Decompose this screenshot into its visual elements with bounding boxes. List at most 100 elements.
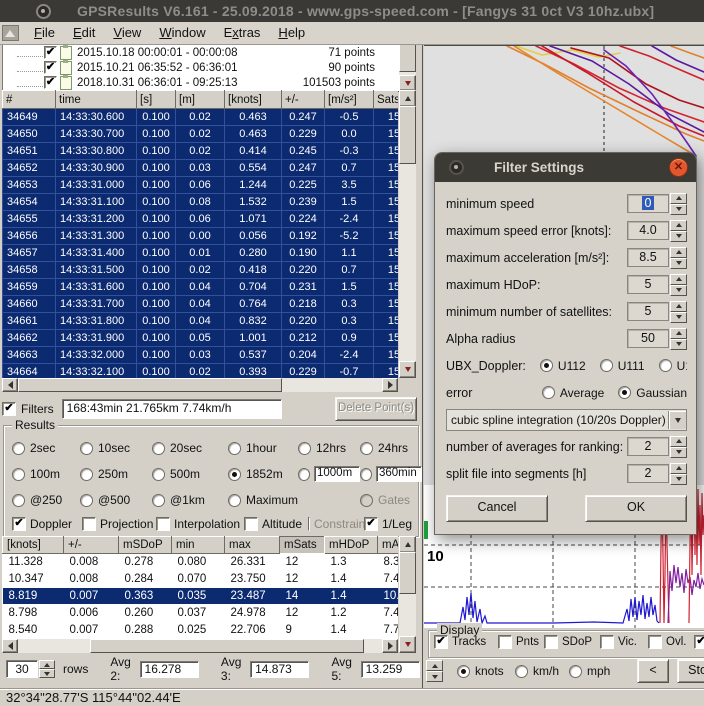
result-option-1hour[interactable]: 1hour <box>228 441 298 455</box>
spinbox[interactable]: 5 <box>627 274 687 296</box>
error-model-Gaussian[interactable]: Gaussian <box>618 386 687 400</box>
option-Doppler[interactable]: ✔Doppler <box>12 517 82 531</box>
results-vscrollbar[interactable] <box>399 536 416 653</box>
spinbox[interactable]: 2 <box>627 436 687 458</box>
menu-window[interactable]: Window <box>150 23 214 42</box>
spinbox-steppers[interactable] <box>670 436 687 458</box>
points-row[interactable]: 3465014:33:30.7000.1000.020.4630.2290.01… <box>3 126 399 143</box>
scroll-right-button[interactable] <box>382 378 398 392</box>
spinbox[interactable]: 8.5 <box>627 247 687 269</box>
scroll-thumb[interactable] <box>399 552 416 594</box>
points-row[interactable]: 3465114:33:30.8000.1000.020.4140.245-0.3… <box>3 143 399 160</box>
track-list-scrollbar[interactable] <box>399 44 416 90</box>
ubx-doppler-U111[interactable]: U111 <box>600 359 645 373</box>
spin-down-button[interactable] <box>670 204 687 215</box>
spinbox-value[interactable]: 4.0 <box>627 221 669 240</box>
spin-up-button[interactable] <box>670 220 687 231</box>
column-header[interactable]: min <box>172 537 225 554</box>
scroll-thumb[interactable] <box>399 106 416 164</box>
column-header[interactable]: mAcc <box>378 537 399 554</box>
result-option-24hrs[interactable]: 24hrs <box>360 441 422 455</box>
points-row[interactable]: 3465214:33:30.9000.1000.030.5540.2470.71… <box>3 160 399 177</box>
spinbox-value[interactable]: 5 <box>627 275 669 294</box>
result-option-250m[interactable]: 250m <box>80 467 152 481</box>
spinbox-value[interactable]: 2 <box>627 437 669 456</box>
points-row[interactable]: 3466114:33:31.8000.1000.040.8320.2200.31… <box>3 313 399 330</box>
results-hscrollbar[interactable] <box>2 639 398 653</box>
points-hscrollbar[interactable] <box>2 378 398 392</box>
column-header[interactable]: mHDoP <box>325 537 378 554</box>
display-option-Tracks[interactable]: ✔Tracks <box>434 635 498 649</box>
spin-up-button[interactable] <box>670 301 687 312</box>
menu-edit[interactable]: Edit <box>64 23 104 42</box>
zoom-stepper[interactable] <box>426 660 443 682</box>
ok-button[interactable]: OK <box>585 495 687 522</box>
close-icon[interactable]: ✕ <box>669 158 688 177</box>
stop-button[interactable]: Stop <box>677 659 704 683</box>
column-header[interactable]: Sats <box>374 91 399 109</box>
display-option-Pnts[interactable]: Pnts <box>498 635 544 649</box>
points-row[interactable]: 3465814:33:31.5000.1000.020.4180.2200.71… <box>3 262 399 279</box>
spin-up-button[interactable] <box>670 328 687 339</box>
display-option-Sat[interactable]: ✔Sat <box>694 635 704 649</box>
scroll-thumb[interactable] <box>90 639 364 653</box>
column-header[interactable]: [knots] <box>3 537 64 554</box>
spin-down-button[interactable] <box>670 312 687 323</box>
unit-knots[interactable]: knots <box>457 664 515 678</box>
ubx-doppler-U106[interactable]: U106 <box>659 359 687 373</box>
column-header[interactable]: [knots] <box>225 91 282 109</box>
points-row[interactable]: 3465314:33:31.0000.1000.061.2440.2253.51… <box>3 177 399 194</box>
display-option-Ovl[interactable]: Ovl. <box>648 635 694 649</box>
spinbox-steppers[interactable] <box>670 463 687 485</box>
result-option-Gates[interactable]: Gates <box>360 493 420 507</box>
column-header[interactable]: # <box>3 91 56 109</box>
cancel-button[interactable]: Cancel <box>446 495 548 522</box>
points-row[interactable]: 3465914:33:31.6000.1000.040.7040.2311.51… <box>3 279 399 296</box>
custom-value-field[interactable]: 1000m <box>314 466 360 482</box>
scroll-up-button[interactable] <box>399 90 416 107</box>
unit-mph[interactable]: mph <box>569 664 615 678</box>
spin-up-button[interactable] <box>670 247 687 258</box>
result-option-Maximum[interactable]: Maximum <box>228 493 360 507</box>
track-list-item[interactable]: ✔2018.10.31 06:36:01 - 09:25:13101503 po… <box>3 75 399 90</box>
spin-down-button[interactable] <box>670 285 687 296</box>
scroll-left-button[interactable] <box>2 378 18 392</box>
checkbox-checked-icon[interactable]: ✔ <box>44 46 57 59</box>
window-menu-icon[interactable] <box>36 4 51 19</box>
result-option-10sec[interactable]: 10sec <box>80 441 152 455</box>
option-Altitude[interactable]: Altitude <box>244 517 308 531</box>
integration-dropdown[interactable]: cubic spline integration (10/20s Doppler… <box>446 409 687 431</box>
results-row[interactable]: 8.5400.0070.2880.02522.70691.47.7 <box>3 622 399 639</box>
spinbox[interactable]: 50 <box>627 328 687 350</box>
spinbox-value[interactable]: 0 <box>627 194 669 213</box>
column-header[interactable]: time <box>56 91 137 109</box>
option-Projection[interactable]: Projection <box>82 517 156 531</box>
points-row[interactable]: 3465614:33:31.3000.1000.000.0560.192-5.2… <box>3 228 399 245</box>
result-option-1852m[interactable]: 1852m <box>228 467 298 481</box>
spin-down-button[interactable] <box>670 339 687 350</box>
points-row[interactable]: 3464914:33:30.6000.1000.020.4630.247-0.5… <box>3 109 399 126</box>
column-header[interactable]: mSDoP <box>119 537 172 554</box>
results-row[interactable]: 11.3280.0080.2780.08026.331121.38.3 <box>3 554 399 571</box>
prev-button[interactable]: < <box>637 659 669 683</box>
dropdown-arrow-button[interactable] <box>668 411 686 429</box>
result-option-@250[interactable]: @250 <box>12 493 80 507</box>
spinbox-steppers[interactable] <box>670 274 687 296</box>
result-option-@1km[interactable]: @1km <box>152 493 228 507</box>
error-model-Average[interactable]: Average <box>542 386 604 400</box>
unit-kmh[interactable]: km/h <box>515 664 569 678</box>
points-row[interactable]: 3466314:33:32.0000.1000.030.5370.204-2.4… <box>3 347 399 364</box>
spin-down-button[interactable] <box>670 474 687 485</box>
points-row[interactable]: 3466414:33:32.1000.1000.020.3930.229-0.7… <box>3 364 399 379</box>
scroll-left-button[interactable] <box>2 639 18 653</box>
column-header[interactable]: +/- <box>282 91 325 109</box>
scroll-thumb[interactable] <box>399 44 416 72</box>
points-row[interactable]: 3465414:33:31.1000.1000.081.5320.2391.51… <box>3 194 399 211</box>
results-row[interactable]: 10.3470.0080.2840.07023.750121.47.4 <box>3 571 399 588</box>
menu-view[interactable]: View <box>104 23 150 42</box>
display-option-Vic[interactable]: Vic. <box>600 635 648 649</box>
rows-count-field[interactable]: 30 <box>6 660 38 678</box>
menu-extras[interactable]: Extras <box>215 23 270 42</box>
spinbox-value[interactable]: 5 <box>627 302 669 321</box>
column-header[interactable]: [m/s²] <box>325 91 374 109</box>
